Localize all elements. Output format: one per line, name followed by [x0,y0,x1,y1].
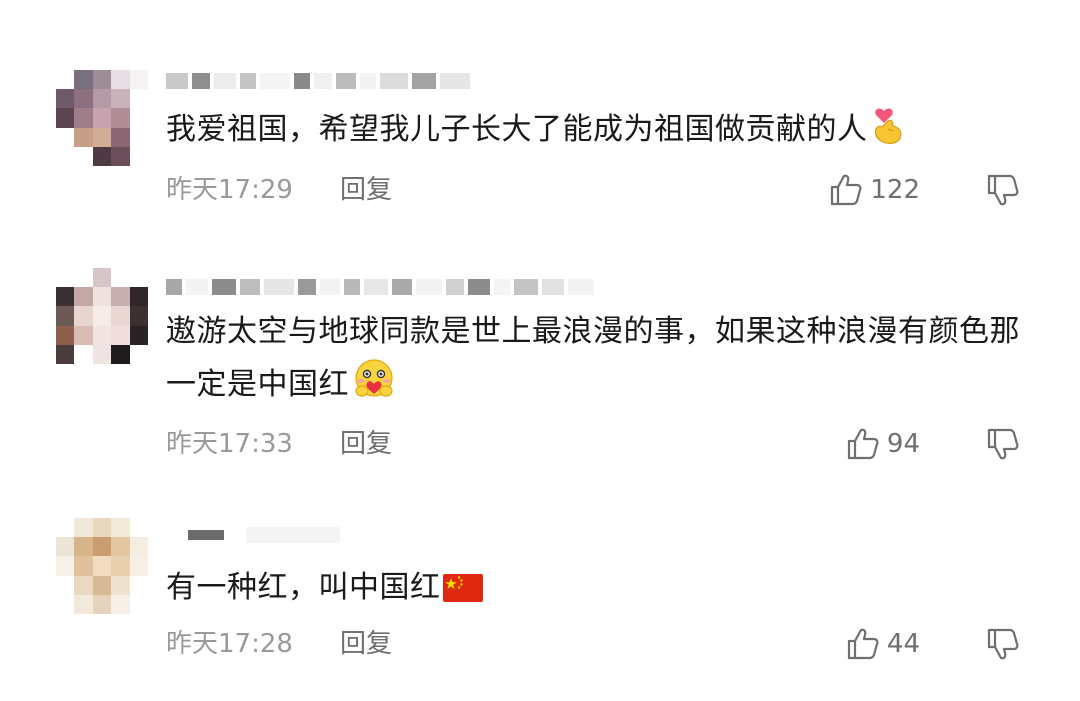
comment-time: 昨天17:33 [166,429,293,459]
dislike-button[interactable] [985,426,1021,462]
comment-time: 昨天17:28 [166,629,293,659]
username-blurred[interactable] [166,72,470,90]
comment-text-body: 我爱祖国，希望我儿子长大了能成为祖国做贡献的人 [166,112,868,147]
avatar[interactable] [56,70,148,166]
avatar[interactable] [56,268,148,364]
thumbs-up-icon [845,426,881,462]
thumbs-down-icon [985,426,1021,462]
comment-text: 遨游太空与地球同款是世上最浪漫的事，如果这种浪漫有颜色那一定是中国红 [166,306,1036,417]
thumbs-down-icon [985,626,1021,662]
china-flag-icon [442,568,483,620]
thumbs-up-icon [845,626,881,662]
like-count: 44 [886,629,920,659]
comment-text: 有一种红，叫中国红 [166,562,1036,620]
comment-time: 昨天17:29 [166,175,293,205]
comment-text: 我爱祖国，希望我儿子长大了能成为祖国做贡献的人 [166,104,1036,162]
dislike-button[interactable] [985,172,1021,208]
avatar[interactable] [56,518,148,614]
username-blurred[interactable] [166,278,594,296]
thumbs-down-icon [985,172,1021,208]
like-count: 94 [886,429,920,459]
comment-text-body: 遨游太空与地球同款是世上最浪漫的事，如果这种浪漫有颜色那一定是中国红 [166,314,1020,402]
hugging-heart-icon [351,358,397,417]
like-button[interactable]: 94 [845,426,920,462]
reply-button[interactable]: 回复 [340,428,392,460]
username-blurred[interactable] [166,526,340,544]
dislike-button[interactable] [985,626,1021,662]
like-button[interactable]: 122 [828,172,920,208]
comment-text-body: 有一种红，叫中国红 [166,570,441,605]
like-count: 122 [870,175,920,205]
thumbs-up-icon [828,172,864,208]
reply-button[interactable]: 回复 [340,628,392,660]
finger-heart-icon [870,105,906,162]
like-button[interactable]: 44 [845,626,920,662]
reply-button[interactable]: 回复 [340,174,392,206]
